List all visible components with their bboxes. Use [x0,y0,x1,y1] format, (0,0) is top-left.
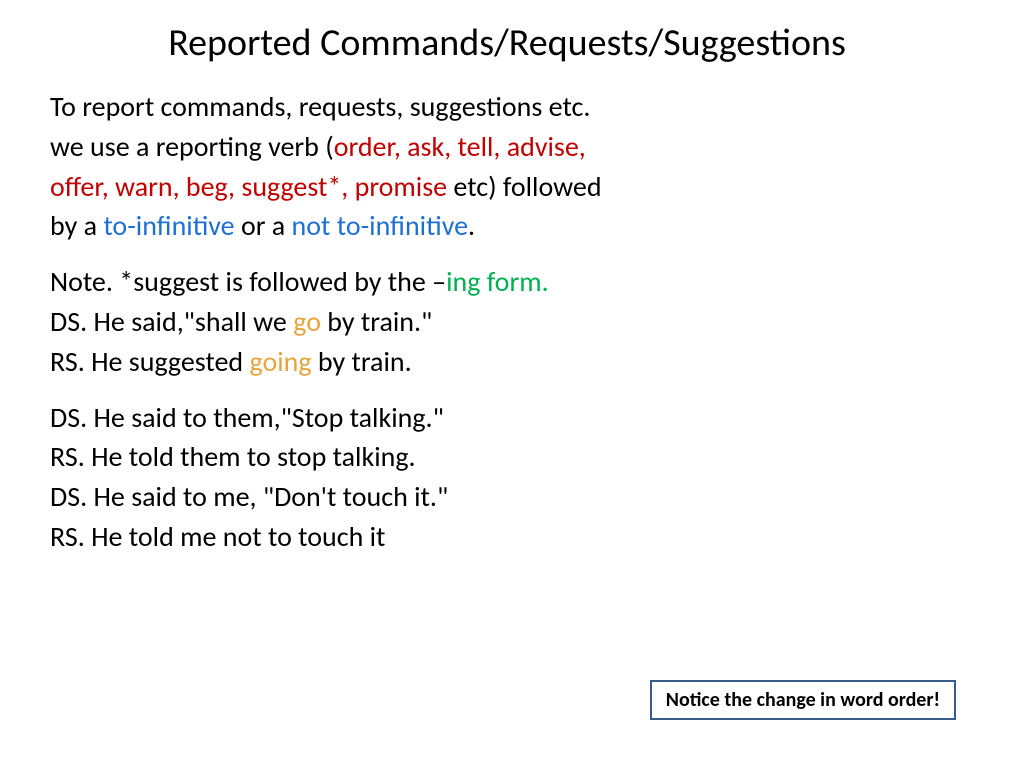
text: we use a reporting verb ( [50,129,334,164]
callout-text: Notice the change in word order! [650,680,956,720]
text: . [468,208,475,243]
example-line-3: DS. He said to me, "Don't touch it." [50,478,964,516]
intro-line-4: by a to-infinitive or a not to-infinitiv… [50,207,964,245]
ing-form: ing form. [446,264,549,299]
text: DS. He said,"shall we [50,304,293,339]
verbs-red: offer, warn, beg, suggest*, promise [50,169,447,204]
intro-line-1: To report commands, requests, suggestion… [50,88,964,126]
note-line-1: Note. *suggest is followed by the –ing f… [50,263,964,301]
intro-block: To report commands, requests, suggestion… [50,88,964,245]
example-line-1: DS. He said to them,"Stop talking." [50,399,964,437]
not-to-infinitive: not to-infinitive [292,208,468,243]
verbs-red: order, ask, tell, advise, [334,129,586,164]
callout-box: Notice the change in word order! [650,680,956,720]
text: by a [50,208,103,243]
text: etc) followed [447,169,601,204]
example-line-2: RS. He told them to stop talking. [50,438,964,476]
text: by train. [312,344,412,379]
text: by train." [321,304,432,339]
note-line-2: DS. He said,"shall we go by train." [50,303,964,341]
go-highlight: go [293,304,321,339]
note-line-3: RS. He suggested going by train. [50,343,964,381]
intro-line-2: we use a reporting verb (order, ask, tel… [50,128,964,166]
text: RS. He suggested [50,344,249,379]
slide-content: To report commands, requests, suggestion… [50,88,964,556]
text: To report commands, requests, suggestion… [50,89,590,124]
example-line-4: RS. He told me not to touch it [50,518,964,556]
examples-block: DS. He said to them,"Stop talking." RS. … [50,399,964,556]
text: Note. *suggest is followed by the – [50,264,446,299]
note-block: Note. *suggest is followed by the –ing f… [50,263,964,380]
slide-title: Reported Commands/Requests/Suggestions [50,20,964,66]
to-infinitive: to-infinitive [103,208,234,243]
going-highlight: going [249,344,311,379]
intro-line-3: offer, warn, beg, suggest*, promise etc)… [50,168,964,206]
text: or a [235,208,292,243]
